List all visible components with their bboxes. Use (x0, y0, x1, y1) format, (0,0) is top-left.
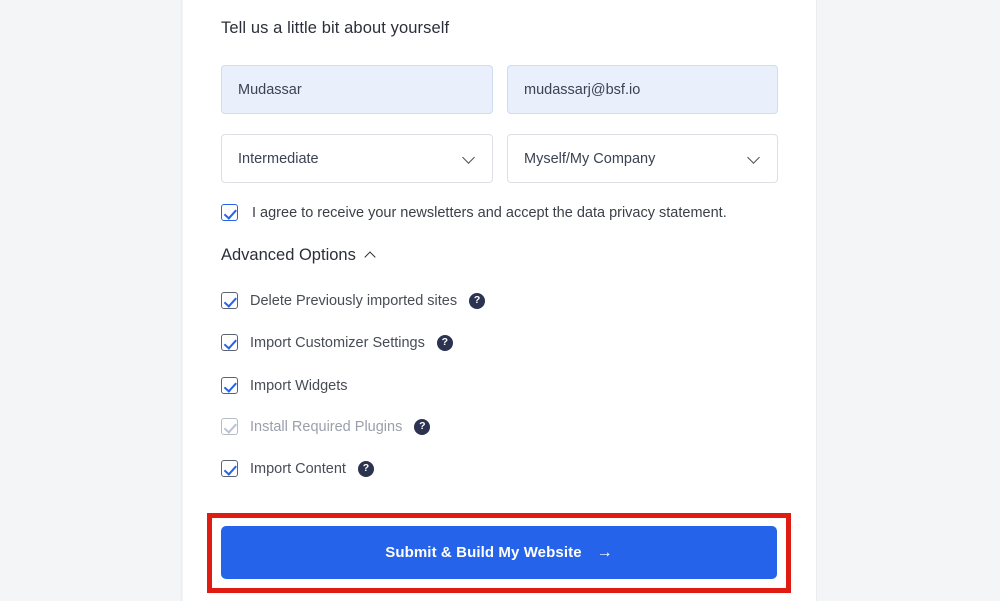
install-required-plugins-label: Install Required Plugins (250, 418, 403, 435)
delete-imported-sites-label: Delete Previously imported sites (250, 292, 458, 309)
delete-imported-sites-checkbox[interactable] (221, 292, 238, 309)
chevron-down-icon (463, 152, 476, 165)
option-row-import-content[interactable]: Import Content ? (221, 460, 374, 477)
question-mark-icon[interactable]: ? (357, 460, 374, 477)
first-name-input[interactable]: Mudassar (221, 65, 493, 114)
advanced-options-title: Advanced Options (221, 246, 356, 264)
chevron-up-icon (365, 250, 376, 261)
email-input[interactable]: mudassarj@bsf.io (507, 65, 778, 114)
arrow-right-icon: → (596, 543, 613, 561)
submit-button-label: Submit & Build My Website (385, 544, 582, 561)
newsletter-label: I agree to receive your newsletters and … (252, 204, 727, 221)
option-row-install-required-plugins: Install Required Plugins ? (221, 418, 431, 435)
page-title: Tell us a little bit about yourself (221, 19, 450, 37)
option-row-import-customizer-settings[interactable]: Import Customizer Settings ? (221, 334, 453, 351)
page-root: Tell us a little bit about yourself Muda… (0, 0, 1000, 601)
import-customizer-settings-checkbox[interactable] (221, 334, 238, 351)
option-row-import-widgets[interactable]: Import Widgets (221, 377, 348, 394)
newsletter-checkbox[interactable] (221, 204, 238, 221)
experience-level-select[interactable]: Intermediate (221, 134, 493, 183)
building-for-value: Myself/My Company (524, 150, 656, 167)
import-content-checkbox[interactable] (221, 460, 238, 477)
import-widgets-label: Import Widgets (250, 377, 348, 394)
submit-build-website-button[interactable]: Submit & Build My Website → (221, 526, 777, 579)
question-mark-icon[interactable]: ? (414, 418, 431, 435)
experience-level-value: Intermediate (238, 150, 319, 167)
import-content-label: Import Content (250, 460, 346, 477)
onboarding-card: Tell us a little bit about yourself Muda… (183, 0, 816, 598)
question-mark-icon[interactable]: ? (436, 334, 453, 351)
advanced-options-toggle[interactable]: Advanced Options (221, 246, 376, 265)
page-gutter-right (816, 0, 1000, 601)
import-customizer-settings-label: Import Customizer Settings (250, 334, 425, 351)
building-for-select[interactable]: Myself/My Company (507, 134, 778, 183)
name-email-row: Mudassar mudassarj@bsf.io (221, 65, 778, 114)
import-widgets-checkbox[interactable] (221, 377, 238, 394)
install-required-plugins-checkbox (221, 418, 238, 435)
option-row-delete-imported-sites[interactable]: Delete Previously imported sites ? (221, 292, 486, 309)
question-mark-icon[interactable]: ? (469, 292, 486, 309)
newsletter-agreement-row[interactable]: I agree to receive your newsletters and … (221, 204, 727, 221)
page-gutter-left (0, 0, 182, 601)
experience-purpose-row: Intermediate Myself/My Company (221, 134, 778, 183)
chevron-down-icon (748, 152, 761, 165)
